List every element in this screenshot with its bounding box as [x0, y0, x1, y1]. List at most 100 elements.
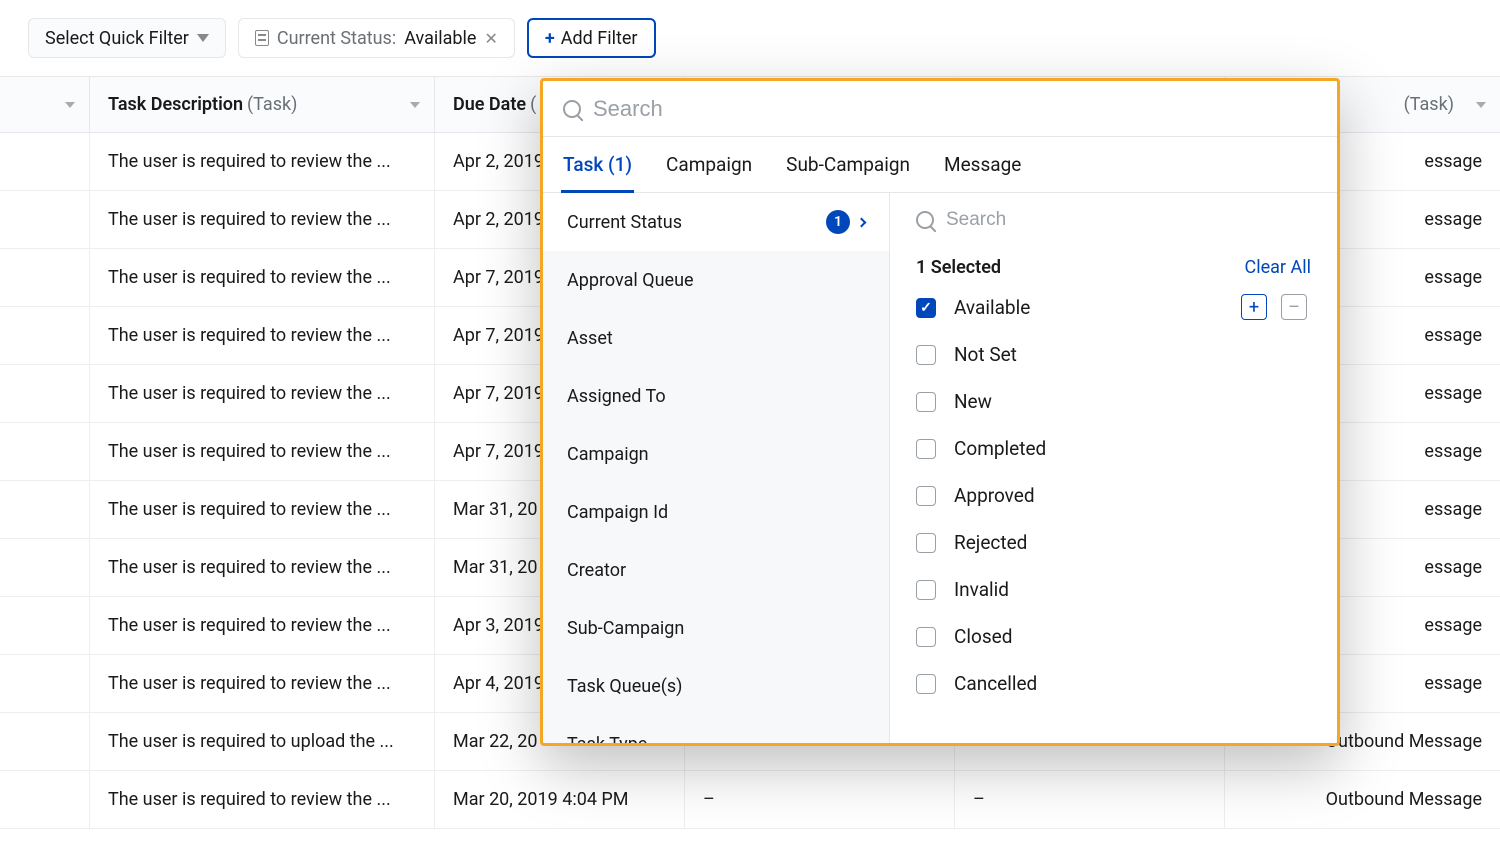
- cell-description: The user is required to review the ...: [90, 133, 435, 190]
- cell-checkbox[interactable]: [0, 423, 90, 480]
- filter-values-panel: 1 Selected Clear All ✓ Available Not Set Ne…: [890, 193, 1337, 743]
- status-filter-prefix: Current Status:: [277, 28, 396, 49]
- checkbox[interactable]: [916, 674, 936, 694]
- option-label: Completed: [954, 437, 1046, 460]
- values-search-input[interactable]: [946, 209, 1313, 231]
- filter-field-campaign-id[interactable]: Campaign Id: [543, 483, 889, 541]
- add-button[interactable]: +: [1241, 294, 1267, 320]
- plus-icon: +: [545, 28, 555, 49]
- cell-description: The user is required to review the ...: [90, 655, 435, 712]
- chevron-down-icon: [410, 102, 420, 108]
- filter-field-task-type[interactable]: Task Type: [543, 715, 889, 743]
- popup-tabs: Task (1) Campaign Sub-Campaign Message: [543, 137, 1337, 193]
- column-header-0[interactable]: [0, 77, 90, 132]
- field-label: Campaign: [567, 444, 649, 465]
- selected-count: 1 Selected: [916, 257, 1001, 278]
- checkbox[interactable]: [916, 580, 936, 600]
- filter-field-approval-queue[interactable]: Approval Queue: [543, 251, 889, 309]
- filter-field-current-status[interactable]: Current Status 1: [543, 193, 889, 251]
- close-icon[interactable]: ✕: [484, 29, 497, 48]
- field-label: Sub-Campaign: [567, 618, 684, 639]
- option-label: Available: [954, 296, 1030, 319]
- option-closed[interactable]: Closed: [916, 625, 1311, 648]
- cell-3: –: [685, 771, 955, 828]
- filter-popup: Task (1) Campaign Sub-Campaign Message Curr…: [540, 78, 1340, 746]
- cell-checkbox[interactable]: [0, 481, 90, 538]
- clear-all-link[interactable]: Clear All: [1245, 257, 1312, 278]
- tab-message[interactable]: Message: [944, 137, 1021, 192]
- cell-checkbox[interactable]: [0, 597, 90, 654]
- checkbox[interactable]: [916, 627, 936, 647]
- cell-description: The user is required to review the ...: [90, 481, 435, 538]
- tab-campaign[interactable]: Campaign: [666, 137, 752, 192]
- popup-search-row: [543, 81, 1337, 137]
- status-filter-chip[interactable]: Current Status: Available ✕: [238, 18, 515, 58]
- cell-checkbox[interactable]: [0, 655, 90, 712]
- table-row[interactable]: The user is required to review the ...Ma…: [0, 771, 1500, 829]
- field-label: Current Status: [567, 212, 682, 233]
- add-filter-button[interactable]: + Add Filter: [527, 18, 656, 58]
- field-label: Task Queue(s): [567, 676, 682, 697]
- column-sublabel: (: [530, 94, 536, 115]
- column-label: Task Description: [108, 94, 243, 115]
- cell-checkbox[interactable]: [0, 133, 90, 190]
- column-header-task-description[interactable]: Task Description (Task): [90, 77, 435, 132]
- cell-description: The user is required to review the ...: [90, 365, 435, 422]
- chevron-down-icon: [197, 34, 209, 42]
- quick-filter-label: Select Quick Filter: [45, 28, 189, 49]
- filter-field-task-queue-s-[interactable]: Task Queue(s): [543, 657, 889, 715]
- option-label: Invalid: [954, 578, 1009, 601]
- search-icon: [563, 100, 581, 118]
- checkbox[interactable]: [916, 345, 936, 365]
- checkbox[interactable]: [916, 486, 936, 506]
- checkbox[interactable]: ✓: [916, 298, 936, 318]
- popup-action-buttons: + –: [1241, 294, 1307, 320]
- filter-bar: Select Quick Filter Current Status: Avai…: [0, 0, 1500, 76]
- remove-button[interactable]: –: [1281, 294, 1307, 320]
- cell-checkbox[interactable]: [0, 191, 90, 248]
- checkbox[interactable]: [916, 533, 936, 553]
- cell-checkbox[interactable]: [0, 365, 90, 422]
- option-completed[interactable]: Completed: [916, 437, 1311, 460]
- option-approved[interactable]: Approved: [916, 484, 1311, 507]
- option-label: Not Set: [954, 343, 1017, 366]
- cell-description: The user is required to review the ...: [90, 771, 435, 828]
- checkbox[interactable]: [916, 392, 936, 412]
- filter-field-campaign[interactable]: Campaign: [543, 425, 889, 483]
- popup-body: Current Status 1 Approval QueueAsset Assign…: [543, 193, 1337, 743]
- option-rejected[interactable]: Rejected: [916, 531, 1311, 554]
- cell-date: Mar 20, 2019 4:04 PM: [435, 771, 685, 828]
- option-invalid[interactable]: Invalid: [916, 578, 1311, 601]
- filter-field-assigned-to[interactable]: Assigned To: [543, 367, 889, 425]
- filter-field-sub-campaign[interactable]: Sub-Campaign: [543, 599, 889, 657]
- field-label: Assigned To: [567, 386, 666, 407]
- cell-description: The user is required to review the ...: [90, 423, 435, 480]
- popup-search-input[interactable]: [593, 96, 1317, 122]
- options-list: ✓ Available Not Set New Completed Approved Rej…: [890, 296, 1337, 695]
- option-not-set[interactable]: Not Set: [916, 343, 1311, 366]
- cell-checkbox[interactable]: [0, 713, 90, 770]
- status-filter-value: Available: [404, 28, 476, 49]
- quick-filter-select[interactable]: Select Quick Filter: [28, 18, 226, 58]
- cell-description: The user is required to review the ...: [90, 539, 435, 596]
- option-label: Cancelled: [954, 672, 1037, 695]
- option-cancelled[interactable]: Cancelled: [916, 672, 1311, 695]
- cell-5: Outbound Message: [1225, 771, 1500, 828]
- chevron-down-icon: [1476, 102, 1486, 108]
- cell-checkbox[interactable]: [0, 771, 90, 828]
- cell-checkbox[interactable]: [0, 249, 90, 306]
- filter-field-asset[interactable]: Asset: [543, 309, 889, 367]
- field-label: Creator: [567, 560, 626, 581]
- count-badge: 1: [826, 210, 850, 234]
- option-label: Approved: [954, 484, 1035, 507]
- checkbox[interactable]: [916, 439, 936, 459]
- tab-task-1-[interactable]: Task (1): [563, 137, 632, 192]
- tab-sub-campaign[interactable]: Sub-Campaign: [786, 137, 910, 192]
- column-sublabel: (Task): [1404, 94, 1454, 115]
- cell-checkbox[interactable]: [0, 307, 90, 364]
- field-label: Campaign Id: [567, 502, 668, 523]
- cell-checkbox[interactable]: [0, 539, 90, 596]
- filter-field-creator[interactable]: Creator: [543, 541, 889, 599]
- values-search-row: [890, 193, 1337, 247]
- option-new[interactable]: New: [916, 390, 1311, 413]
